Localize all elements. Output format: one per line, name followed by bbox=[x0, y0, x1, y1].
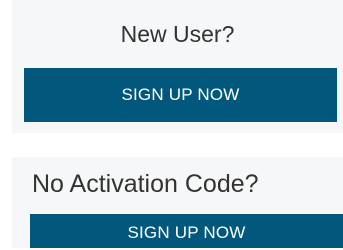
new-user-sign-up-button[interactable]: SIGN UP NOW bbox=[24, 68, 337, 122]
new-user-heading: New User? bbox=[120, 21, 235, 47]
no-activation-code-panel: No Activation Code? SIGN UP NOW bbox=[12, 157, 343, 248]
no-activation-code-heading: No Activation Code? bbox=[32, 170, 259, 198]
new-user-panel: New User? SIGN UP NOW bbox=[12, 0, 343, 133]
no-activation-sign-up-button[interactable]: SIGN UP NOW bbox=[30, 214, 343, 248]
